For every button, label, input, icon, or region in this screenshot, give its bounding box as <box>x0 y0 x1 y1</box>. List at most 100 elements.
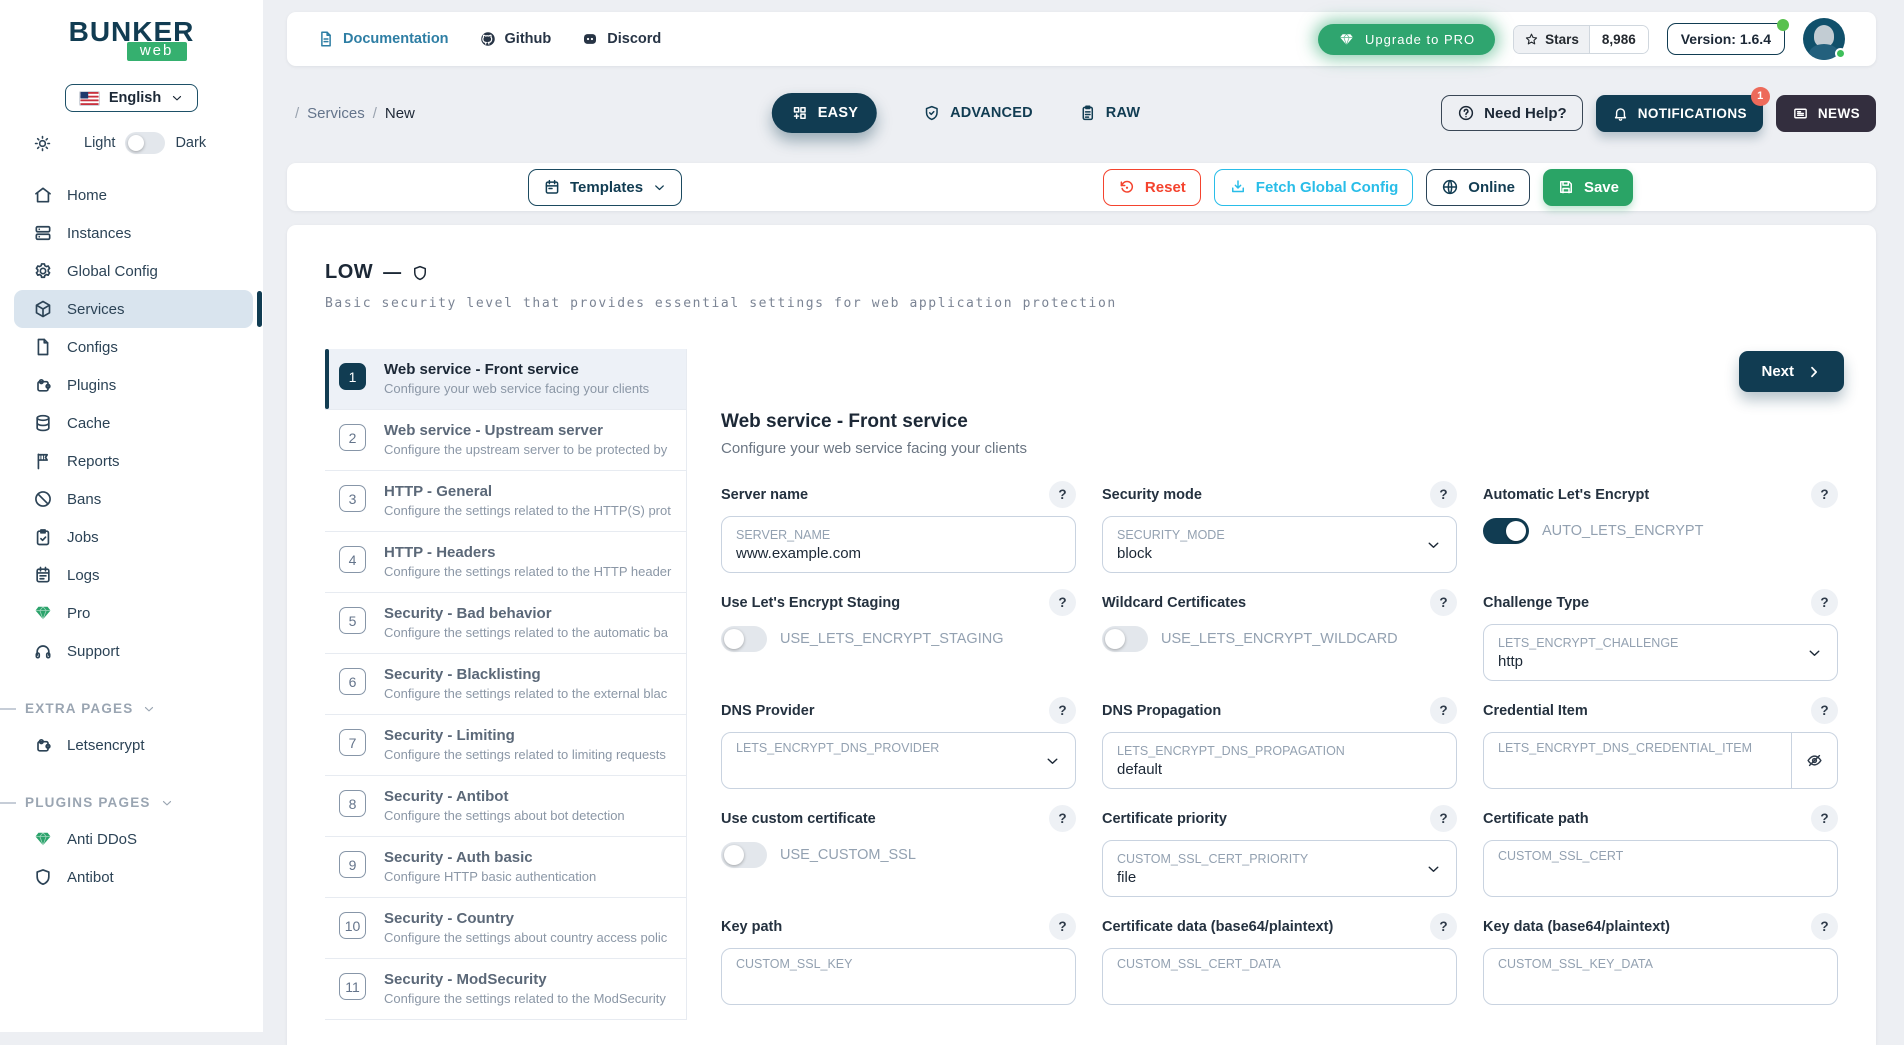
breadcrumb-services[interactable]: Services <box>307 105 365 122</box>
sidebar-item-instances[interactable]: Instances <box>0 214 263 252</box>
sidebar-item-label: Global Config <box>67 263 158 280</box>
step-description: Configure the settings about bot detecti… <box>384 808 672 823</box>
custom_ssl_cert_priority-select[interactable]: CUSTOM_SSL_CERT_PRIORITYfile <box>1102 840 1457 897</box>
help-icon[interactable]: ? <box>1430 805 1457 832</box>
step-item-7[interactable]: 7 Security - Limiting Configure the sett… <box>325 715 686 776</box>
news-button[interactable]: NEWS <box>1776 95 1876 132</box>
sidebar-section-plugins-pages[interactable]: PLUGINS PAGES <box>0 795 263 810</box>
field-label: Automatic Let's Encrypt <box>1483 487 1649 503</box>
breadcrumb: / Services / New <box>295 105 415 122</box>
templates-dropdown[interactable]: Templates <box>528 169 682 206</box>
upgrade-to-pro-button[interactable]: Upgrade to PRO <box>1318 24 1495 55</box>
sidebar-item-label: Configs <box>67 339 118 356</box>
sidebar-item-antibot[interactable]: Antibot <box>0 858 263 896</box>
save-button[interactable]: Save <box>1543 169 1633 206</box>
chevron-right-icon <box>1806 364 1822 380</box>
top-link-github[interactable]: Github <box>479 30 552 48</box>
help-icon[interactable]: ? <box>1049 481 1076 508</box>
sidebar-item-cache[interactable]: Cache <box>0 404 263 442</box>
setting-var-name: LETS_ENCRYPT_CHALLENGE <box>1498 636 1823 650</box>
sidebar-item-jobs[interactable]: Jobs <box>0 518 263 556</box>
step-item-4[interactable]: 4 HTTP - Headers Configure the settings … <box>325 532 686 593</box>
step-title: Security - ModSecurity <box>384 971 672 988</box>
sidebar-item-services[interactable]: Services <box>14 290 253 328</box>
lets_encrypt_dns_credential_item-input[interactable]: LETS_ENCRYPT_DNS_CREDENTIAL_ITEM <box>1483 732 1838 789</box>
language-selector[interactable]: English <box>65 84 198 112</box>
bunkerweb-logo[interactable]: BUNKER web <box>69 16 195 61</box>
help-icon[interactable]: ? <box>1049 913 1076 940</box>
step-item-10[interactable]: 10 Security - Country Configure the sett… <box>325 898 686 959</box>
help-icon[interactable]: ? <box>1811 697 1838 724</box>
notifications-button[interactable]: NOTIFICATIONS 1 <box>1596 95 1763 132</box>
custom_ssl_cert-input[interactable]: CUSTOM_SSL_CERT <box>1483 840 1838 897</box>
sidebar-item-support[interactable]: Support <box>0 632 263 670</box>
sidebar-item-pro[interactable]: Pro <box>0 594 263 632</box>
github-stars-badge[interactable]: Stars 8,986 <box>1513 25 1649 54</box>
use_lets_encrypt_staging-toggle[interactable] <box>721 626 767 652</box>
step-title: Security - Auth basic <box>384 849 672 866</box>
help-icon[interactable]: ? <box>1811 481 1838 508</box>
sidebar-item-label: Jobs <box>67 529 99 546</box>
help-icon[interactable]: ? <box>1430 697 1457 724</box>
help-icon[interactable]: ? <box>1049 589 1076 616</box>
security-level-name: LOW <box>325 261 373 284</box>
custom_ssl_key-input[interactable]: CUSTOM_SSL_KEY <box>721 948 1076 1005</box>
field-value: block <box>1117 545 1442 562</box>
step-item-2[interactable]: 2 Web service - Upstream server Configur… <box>325 410 686 471</box>
step-item-8[interactable]: 8 Security - Antibot Configure the setti… <box>325 776 686 837</box>
step-item-9[interactable]: 9 Security - Auth basic Configure HTTP b… <box>325 837 686 898</box>
sidebar-item-global-config[interactable]: Global Config <box>0 252 263 290</box>
sidebar-section-extra-pages[interactable]: EXTRA PAGES <box>0 701 263 716</box>
lets_encrypt_dns_propagation-input[interactable]: LETS_ENCRYPT_DNS_PROPAGATIONdefault <box>1102 732 1457 789</box>
online-button[interactable]: Online <box>1426 169 1530 206</box>
sidebar-item-logs[interactable]: Logs <box>0 556 263 594</box>
step-item-11[interactable]: 11 Security - ModSecurity Configure the … <box>325 959 686 1020</box>
security_mode-select[interactable]: SECURITY_MODEblock <box>1102 516 1457 573</box>
help-icon[interactable]: ? <box>1811 913 1838 940</box>
help-icon[interactable]: ? <box>1430 481 1457 508</box>
custom_ssl_key_data-input[interactable]: CUSTOM_SSL_KEY_DATA <box>1483 948 1838 1005</box>
sidebar-item-reports[interactable]: Reports <box>0 442 263 480</box>
help-icon[interactable]: ? <box>1430 913 1457 940</box>
step-number: 7 <box>339 729 366 756</box>
newspaper-icon <box>1792 105 1809 122</box>
reset-button[interactable]: Reset <box>1103 169 1201 206</box>
step-item-1[interactable]: 1 Web service - Front service Configure … <box>325 349 686 410</box>
need-help-button[interactable]: Need Help? <box>1441 95 1583 131</box>
breadcrumb-current: New <box>385 105 415 122</box>
use_lets_encrypt_wildcard-toggle[interactable] <box>1102 626 1148 652</box>
custom_ssl_cert_data-input[interactable]: CUSTOM_SSL_CERT_DATA <box>1102 948 1457 1005</box>
sidebar-item-home[interactable]: Home <box>0 176 263 214</box>
sidebar-item-anti-ddos[interactable]: Anti DDoS <box>0 820 263 858</box>
tab-easy[interactable]: EASY <box>772 93 877 133</box>
setting-var-name: CUSTOM_SSL_KEY <box>736 957 1061 971</box>
sidebar-item-plugins[interactable]: Plugins <box>0 366 263 404</box>
auto_lets_encrypt-toggle[interactable] <box>1483 518 1529 544</box>
security-level-description: Basic security level that provides essen… <box>325 296 1838 311</box>
top-link-discord[interactable]: Discord <box>581 30 661 48</box>
tab-raw[interactable]: RAW <box>1079 104 1140 122</box>
toggle-visibility-button[interactable] <box>1791 733 1837 788</box>
sidebar-item-bans[interactable]: Bans <box>0 480 263 518</box>
step-item-3[interactable]: 3 HTTP - General Configure the settings … <box>325 471 686 532</box>
gem-icon <box>33 603 53 623</box>
sidebar-item-label: Support <box>67 643 120 660</box>
lets_encrypt_challenge-select[interactable]: LETS_ENCRYPT_CHALLENGEhttp <box>1483 624 1838 681</box>
top-link-documentation[interactable]: Documentation <box>317 30 449 48</box>
help-icon[interactable]: ? <box>1049 697 1076 724</box>
sidebar-item-configs[interactable]: Configs <box>0 328 263 366</box>
fetch-global-config-button[interactable]: Fetch Global Config <box>1214 169 1414 206</box>
help-icon[interactable]: ? <box>1811 805 1838 832</box>
use_custom_ssl-toggle[interactable] <box>721 842 767 868</box>
step-item-5[interactable]: 5 Security - Bad behavior Configure the … <box>325 593 686 654</box>
server_name-input[interactable]: SERVER_NAMEwww.example.com <box>721 516 1076 573</box>
help-icon[interactable]: ? <box>1811 589 1838 616</box>
sidebar-item-letsencrypt[interactable]: Letsencrypt <box>0 726 263 764</box>
tab-advanced[interactable]: ADVANCED <box>923 104 1033 122</box>
lets_encrypt_dns_provider-select[interactable]: LETS_ENCRYPT_DNS_PROVIDER <box>721 732 1076 789</box>
help-icon[interactable]: ? <box>1049 805 1076 832</box>
help-icon[interactable]: ? <box>1430 589 1457 616</box>
theme-toggle[interactable] <box>125 132 165 154</box>
step-item-6[interactable]: 6 Security - Blacklisting Configure the … <box>325 654 686 715</box>
next-button[interactable]: Next <box>1739 351 1844 392</box>
